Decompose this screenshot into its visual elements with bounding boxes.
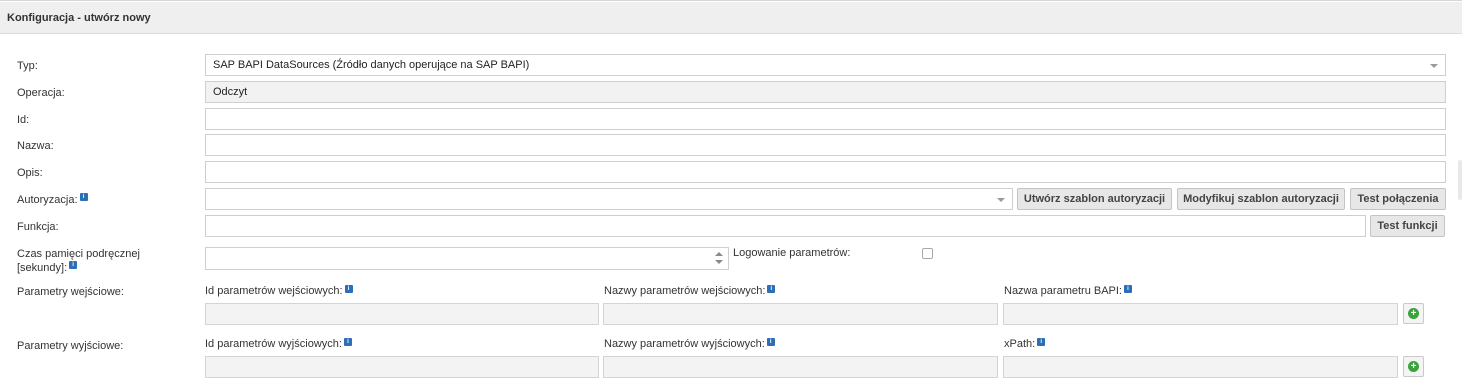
operacja-label: Operacja: bbox=[17, 87, 65, 99]
add-output-param-button[interactable]: + bbox=[1403, 356, 1424, 377]
panel-title: Konfiguracja - utwórz nowy bbox=[7, 12, 151, 24]
id-label: Id: bbox=[17, 114, 30, 126]
output-col1-wrap: Id parametrów wyjściowych: i bbox=[205, 338, 352, 350]
nazwa-input[interactable] bbox=[205, 134, 1446, 156]
chevron-down-icon bbox=[1430, 64, 1438, 68]
input-col3-label: Nazwa parametru BAPI: bbox=[1004, 285, 1122, 297]
info-icon[interactable]: i bbox=[79, 193, 88, 201]
funkcja-label: Funkcja: bbox=[17, 221, 59, 233]
logging-checkbox[interactable] bbox=[922, 248, 933, 259]
opis-label: Opis: bbox=[17, 167, 43, 179]
funkcja-input[interactable] bbox=[205, 215, 1366, 237]
panel-header: Konfiguracja - utwórz nowy bbox=[0, 2, 1462, 34]
spinner-icon[interactable] bbox=[715, 252, 723, 266]
output-params-label: Parametry wyjściowe: bbox=[17, 340, 124, 352]
info-icon[interactable]: i bbox=[766, 338, 775, 346]
output-col2-wrap: Nazwy parametrów wyjściowych: i bbox=[604, 338, 775, 350]
add-icon: + bbox=[1408, 361, 1419, 372]
create-auth-template-button[interactable]: Utwórz szablon autoryzacji bbox=[1017, 188, 1172, 210]
autoryzacja-label-wrap: Autoryzacja: i bbox=[17, 193, 88, 207]
cache-label-line2-wrap: [sekundy]: i bbox=[17, 261, 78, 275]
output-col3-label: xPath: bbox=[1004, 338, 1036, 350]
operacja-field: Odczyt bbox=[205, 81, 1446, 103]
output-param-name-field[interactable] bbox=[603, 356, 998, 378]
logging-label: Logowanie parametrów: bbox=[733, 247, 851, 259]
output-col2-label: Nazwy parametrów wyjściowych: bbox=[604, 338, 765, 350]
id-input[interactable] bbox=[205, 108, 1446, 130]
info-icon[interactable]: i bbox=[767, 285, 776, 293]
cache-label-line2: [sekundy]: bbox=[17, 262, 68, 274]
top-border bbox=[0, 0, 1462, 1]
nazwa-label: Nazwa: bbox=[17, 140, 54, 152]
operacja-value: Odczyt bbox=[213, 86, 248, 98]
input-col1-label: Id parametrów wejściowych: bbox=[205, 285, 343, 297]
input-param-id-field[interactable] bbox=[205, 303, 599, 325]
scrollbar[interactable] bbox=[1458, 160, 1462, 200]
cache-number-input[interactable] bbox=[205, 247, 729, 270]
add-input-param-button[interactable]: + bbox=[1403, 303, 1424, 324]
info-icon[interactable]: i bbox=[69, 261, 78, 269]
opis-input[interactable] bbox=[205, 161, 1446, 183]
input-col2-label: Nazwy parametrów wejściowych: bbox=[604, 285, 766, 297]
input-params-label: Parametry wejściowe: bbox=[17, 286, 124, 298]
cache-label-line1: Czas pamięci podręcznej bbox=[17, 248, 140, 260]
typ-select[interactable]: SAP BAPI DataSources (Źródło danych oper… bbox=[205, 54, 1446, 76]
chevron-down-icon bbox=[997, 198, 1005, 202]
typ-label: Typ: bbox=[17, 60, 38, 72]
info-icon[interactable]: i bbox=[344, 285, 353, 293]
output-xpath-field[interactable] bbox=[1003, 356, 1398, 378]
info-icon[interactable]: i bbox=[1037, 338, 1046, 346]
add-icon: + bbox=[1408, 308, 1419, 319]
modify-auth-template-button[interactable]: Modyfikuj szablon autoryzacji bbox=[1177, 188, 1345, 210]
info-icon[interactable]: i bbox=[343, 338, 352, 346]
autoryzacja-select[interactable] bbox=[205, 188, 1013, 210]
input-bapi-param-field[interactable] bbox=[1003, 303, 1398, 325]
input-param-name-field[interactable] bbox=[603, 303, 998, 325]
output-col1-label: Id parametrów wyjściowych: bbox=[205, 338, 342, 350]
input-col1-wrap: Id parametrów wejściowych: i bbox=[205, 285, 353, 297]
info-icon[interactable]: i bbox=[1124, 285, 1132, 293]
test-function-button[interactable]: Test funkcji bbox=[1370, 215, 1445, 237]
test-connection-button[interactable]: Test połączenia bbox=[1350, 188, 1446, 210]
autoryzacja-label: Autoryzacja: bbox=[17, 194, 78, 206]
input-col3-wrap: Nazwa parametru BAPI: i bbox=[1004, 285, 1132, 297]
typ-value: SAP BAPI DataSources (Źródło danych oper… bbox=[213, 59, 530, 71]
input-col2-wrap: Nazwy parametrów wejściowych: i bbox=[604, 285, 776, 297]
output-col3-wrap: xPath: i bbox=[1004, 338, 1046, 350]
output-param-id-field[interactable] bbox=[205, 356, 599, 378]
